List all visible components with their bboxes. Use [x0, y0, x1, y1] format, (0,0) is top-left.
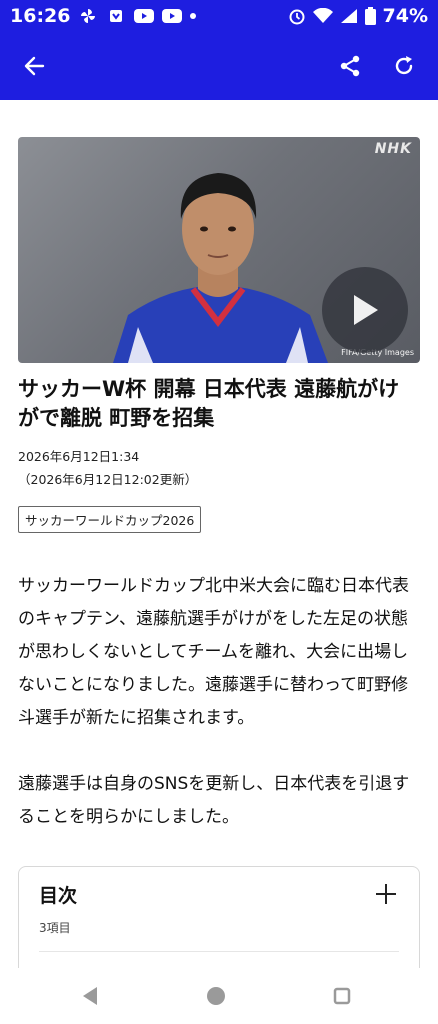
toc-count: 3項目: [39, 921, 71, 935]
article-headline: サッカーW杯 開幕 日本代表 遠藤航がけがで離脱 町野を招集: [18, 377, 400, 430]
table-of-contents[interactable]: 目次 3項目: [18, 866, 420, 968]
youtube-icon: [162, 7, 183, 25]
status-time: 16:26: [10, 5, 71, 27]
nav-back-button[interactable]: [78, 984, 102, 1008]
refresh-icon: [395, 56, 413, 75]
signal-icon: [339, 7, 359, 25]
battery-percent: 74%: [382, 5, 428, 27]
refresh-button[interactable]: [386, 48, 422, 84]
nav-recents-button[interactable]: [330, 984, 354, 1008]
status-bar: 16:26 74%: [0, 0, 438, 32]
back-triangle-icon: [83, 987, 97, 1005]
nhk-logo: NHK: [374, 141, 412, 157]
youtube-icon: [134, 7, 155, 25]
topic-tag[interactable]: サッカーワールドカップ2026: [18, 506, 202, 533]
published-date: 2026年6月12日1:34: [18, 449, 140, 464]
back-button[interactable]: [16, 48, 52, 84]
play-icon: [354, 295, 378, 325]
share-button[interactable]: [332, 48, 368, 84]
system-nav-bar: [0, 968, 438, 1024]
alarm-icon: [287, 7, 307, 25]
wifi-icon: [312, 7, 333, 25]
pinwheel-icon: [78, 7, 98, 25]
article-paragraph-2: 遠藤選手は自身のSNSを更新し、日本代表を引退することを明らかにしました。: [18, 774, 410, 827]
toc-divider: [39, 951, 399, 952]
updated-date: （2026年6月12日12:02更新）: [18, 472, 198, 487]
recents-icon: [333, 987, 351, 1005]
play-button[interactable]: [322, 267, 408, 353]
app-bar: [0, 32, 438, 100]
back-arrow-icon: [24, 56, 45, 76]
nav-home-button[interactable]: [204, 984, 228, 1008]
battery-icon: [365, 7, 377, 25]
home-circle-icon: [207, 987, 225, 1005]
shield-icon: [106, 7, 126, 25]
notification-dot-icon: [190, 13, 197, 19]
article-content: NHK FIFA/Getty Images サッカーW杯 開幕 日本代表 遠藤航…: [0, 100, 438, 968]
plus-icon[interactable]: [375, 883, 397, 905]
share-icon: [340, 55, 360, 77]
toc-title: 目次: [39, 885, 78, 907]
video-player[interactable]: NHK FIFA/Getty Images: [18, 137, 420, 363]
article-paragraph-1: サッカーワールドカップ北中米大会に臨む日本代表のキャプテン、遠藤航選手がけがをし…: [18, 576, 409, 728]
